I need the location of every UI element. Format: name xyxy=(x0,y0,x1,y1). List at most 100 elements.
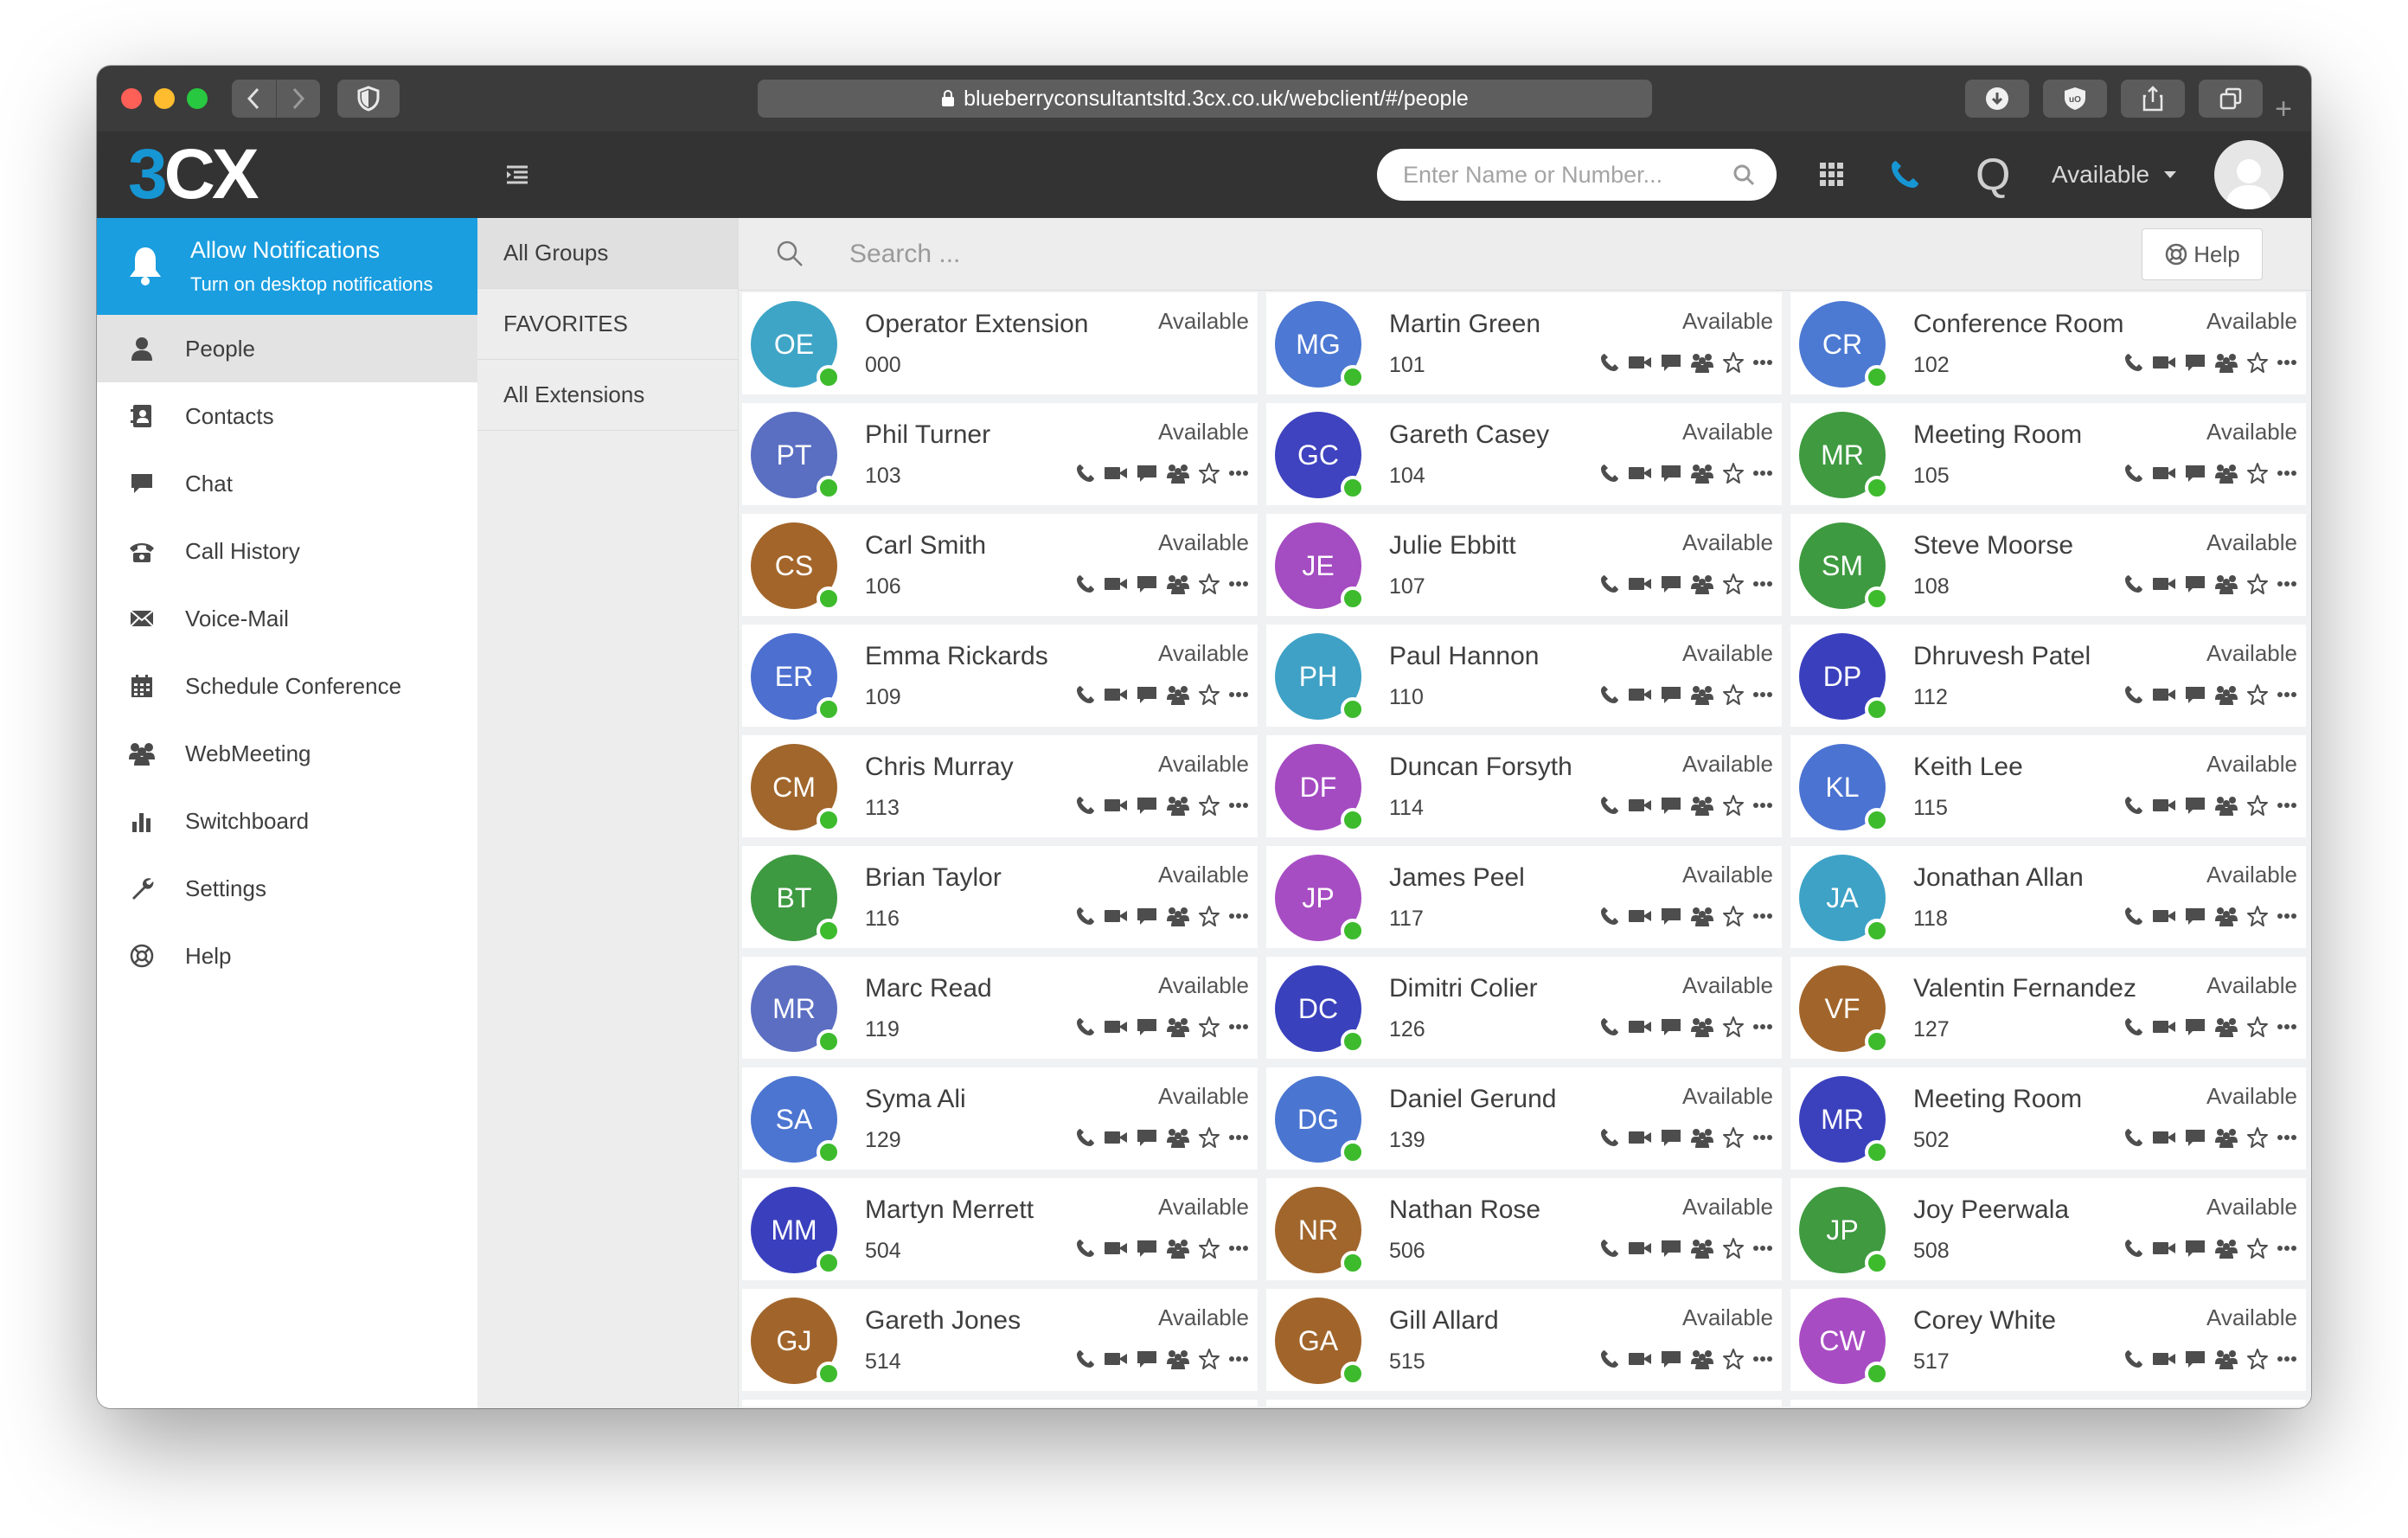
star-icon[interactable] xyxy=(1722,1126,1745,1149)
status-selector[interactable]: Available xyxy=(2052,159,2177,190)
star-icon[interactable] xyxy=(1198,1016,1220,1038)
video-icon[interactable] xyxy=(2152,1128,2176,1147)
person-card[interactable]: CW Corey White 517 Available xyxy=(1790,1289,2306,1391)
person-card[interactable]: PH Paul Hannon 110 Available xyxy=(1266,625,1782,727)
chat-icon[interactable] xyxy=(2184,1349,2206,1369)
more-icon[interactable] xyxy=(1752,1134,1773,1141)
star-icon[interactable] xyxy=(2246,462,2269,484)
chat-icon[interactable] xyxy=(1136,463,1158,484)
group-icon[interactable] xyxy=(1690,795,1714,816)
star-icon[interactable] xyxy=(2246,1237,2269,1259)
call-action-icon[interactable] xyxy=(1599,906,1620,926)
star-icon[interactable] xyxy=(2246,905,2269,927)
more-icon[interactable] xyxy=(1752,1245,1773,1252)
person-card[interactable]: OE Operator Extension 000 Available xyxy=(742,292,1258,394)
star-icon[interactable] xyxy=(2246,1348,2269,1370)
group-icon[interactable] xyxy=(1690,352,1714,373)
nav-item-call-history[interactable]: Call History xyxy=(97,517,477,585)
person-card[interactable]: DP Dhruvesh Patel 112 Available xyxy=(1790,625,2306,727)
star-icon[interactable] xyxy=(1198,1126,1220,1149)
tabs-overview-button[interactable] xyxy=(2199,80,2263,118)
nav-item-chat[interactable]: Chat xyxy=(97,450,477,517)
more-icon[interactable] xyxy=(1752,580,1773,587)
star-icon[interactable] xyxy=(1198,1237,1220,1259)
group-icon[interactable] xyxy=(2214,352,2238,373)
person-card[interactable]: MR Meeting Room 502 Available xyxy=(1790,1067,2306,1170)
person-card[interactable]: CR Conference Room 102 Available xyxy=(1790,292,2306,394)
call-action-icon[interactable] xyxy=(1075,1016,1096,1037)
call-action-icon[interactable] xyxy=(1599,352,1620,373)
more-icon[interactable] xyxy=(1752,1023,1773,1030)
call-action-icon[interactable] xyxy=(1075,1238,1096,1259)
group-icon[interactable] xyxy=(1166,574,1190,594)
video-icon[interactable] xyxy=(1628,574,1652,593)
person-card[interactable]: PT Phil Turner 103 Available xyxy=(742,403,1258,505)
user-avatar[interactable] xyxy=(2214,140,2283,209)
group-all-groups[interactable]: All Groups xyxy=(477,218,738,289)
call-action-icon[interactable] xyxy=(1075,463,1096,484)
chat-icon[interactable] xyxy=(2184,463,2206,484)
call-action-icon[interactable] xyxy=(2123,1127,2144,1148)
star-icon[interactable] xyxy=(1722,1348,1745,1370)
chat-icon[interactable] xyxy=(2184,352,2206,373)
more-icon[interactable] xyxy=(1228,1355,1249,1362)
star-icon[interactable] xyxy=(1722,905,1745,927)
chat-icon[interactable] xyxy=(1136,1127,1158,1148)
group-all-extensions[interactable]: All Extensions xyxy=(477,360,738,431)
call-action-icon[interactable] xyxy=(1599,463,1620,484)
queue-button[interactable]: Q xyxy=(1976,151,2010,199)
video-icon[interactable] xyxy=(2152,574,2176,593)
chat-icon[interactable] xyxy=(2184,1127,2206,1148)
group-icon[interactable] xyxy=(1690,906,1714,926)
people-search-input[interactable] xyxy=(849,237,1628,272)
group-icon[interactable] xyxy=(1166,795,1190,816)
more-icon[interactable] xyxy=(1752,1355,1773,1362)
group-icon[interactable] xyxy=(1690,1349,1714,1369)
share-button[interactable] xyxy=(2121,80,2185,118)
more-icon[interactable] xyxy=(1228,1134,1249,1141)
chat-icon[interactable] xyxy=(1136,1238,1158,1259)
person-card[interactable]: JP Joy Peerwala 508 Available xyxy=(1790,1178,2306,1280)
group-icon[interactable] xyxy=(1166,463,1190,484)
person-card[interactable]: MG Martin Green 101 Available xyxy=(1266,292,1782,394)
dialpad-button[interactable] xyxy=(1818,161,1846,193)
nav-item-help[interactable]: Help xyxy=(97,922,477,990)
person-card[interactable]: DC Dimitri Colier 126 Available xyxy=(1266,957,1782,1059)
downloads-button[interactable] xyxy=(1965,80,2029,118)
more-icon[interactable] xyxy=(1228,1245,1249,1252)
call-action-icon[interactable] xyxy=(2123,795,2144,816)
person-card[interactable]: JA Jonathan Allan 118 Available xyxy=(1790,846,2306,948)
chat-icon[interactable] xyxy=(1660,795,1682,816)
video-icon[interactable] xyxy=(1104,574,1128,593)
person-card[interactable]: MR Marc Read 119 Available xyxy=(742,957,1258,1059)
call-action-icon[interactable] xyxy=(1599,684,1620,705)
star-icon[interactable] xyxy=(1198,683,1220,706)
video-icon[interactable] xyxy=(1628,685,1652,704)
more-icon[interactable] xyxy=(1752,470,1773,477)
star-icon[interactable] xyxy=(1722,462,1745,484)
person-card[interactable]: NR Nathan Rose 506 Available xyxy=(1266,1178,1782,1280)
group-icon[interactable] xyxy=(1690,463,1714,484)
video-icon[interactable] xyxy=(1104,685,1128,704)
password-manager-button[interactable] xyxy=(337,80,400,118)
call-action-icon[interactable] xyxy=(2123,1016,2144,1037)
person-card[interactable]: VF Valentin Fernandez 127 Available xyxy=(1790,957,2306,1059)
zoom-window-button[interactable] xyxy=(187,88,208,109)
person-card[interactable]: ER Emma Rickards 109 Available xyxy=(742,625,1258,727)
group-icon[interactable] xyxy=(1690,684,1714,705)
person-card[interactable]: GC Gareth Casey 104 Available xyxy=(1266,403,1782,505)
person-card[interactable]: MR Meeting Room 105 Available xyxy=(1790,403,2306,505)
star-icon[interactable] xyxy=(1722,1237,1745,1259)
dial-search-input[interactable] xyxy=(1403,161,1732,189)
video-icon[interactable] xyxy=(1104,907,1128,926)
chat-icon[interactable] xyxy=(1136,795,1158,816)
chat-icon[interactable] xyxy=(1660,574,1682,594)
chat-icon[interactable] xyxy=(1660,463,1682,484)
star-icon[interactable] xyxy=(2246,573,2269,595)
video-icon[interactable] xyxy=(2152,1349,2176,1368)
address-bar[interactable]: blueberryconsultantsltd.3cx.co.uk/webcli… xyxy=(758,80,1652,118)
nav-item-people[interactable]: People xyxy=(97,315,477,382)
more-icon[interactable] xyxy=(2277,1355,2297,1362)
more-icon[interactable] xyxy=(2277,913,2297,920)
video-icon[interactable] xyxy=(2152,353,2176,372)
